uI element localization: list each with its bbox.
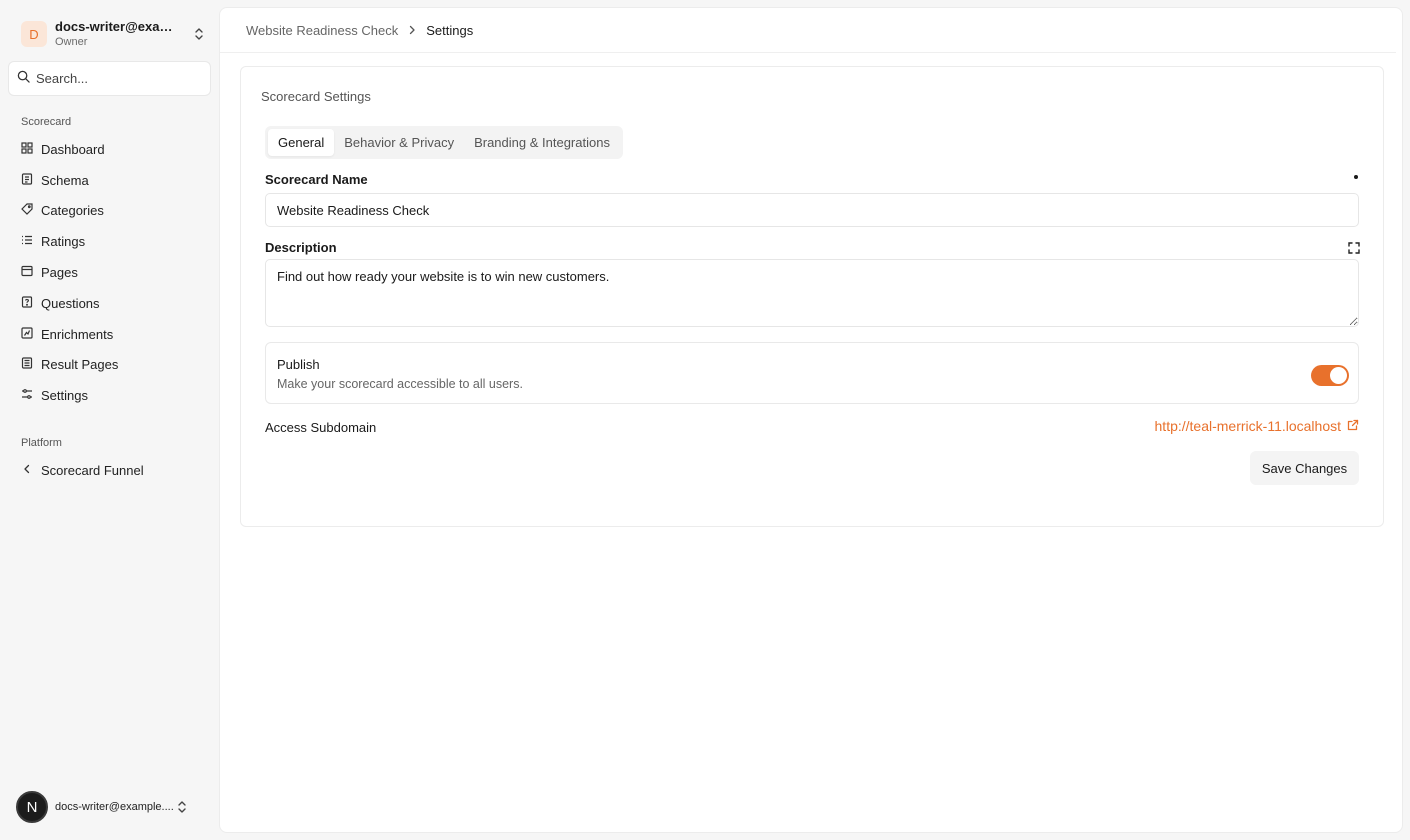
publish-title: Publish	[277, 357, 320, 372]
sidebar-item-label: Ratings	[41, 234, 86, 250]
sidebar-item-ratings[interactable]: Ratings	[14, 226, 210, 257]
search-icon	[17, 70, 30, 88]
sidebar-item-label: Questions	[41, 295, 100, 311]
publish-toggle[interactable]	[1311, 365, 1349, 386]
chevron-right-icon	[408, 25, 416, 35]
publish-description: Make your scorecard accessible to all us…	[277, 377, 523, 391]
org-info: docs-writer@exam... Owner	[55, 20, 192, 48]
user-switcher[interactable]: N docs-writer@example....	[14, 790, 206, 824]
external-link-icon	[1341, 418, 1359, 434]
scorecard-name-label: Scorecard Name	[265, 172, 368, 187]
platform-nav: Scorecard Funnel	[14, 455, 210, 486]
breadcrumb-parent[interactable]: Website Readiness Check	[246, 23, 398, 38]
sidebar-item-categories[interactable]: Categories	[14, 196, 210, 227]
scorecard-name-input[interactable]	[265, 193, 1359, 227]
tab-general[interactable]: General	[268, 129, 335, 156]
sidebar-item-label: Pages	[41, 265, 78, 281]
sidebar-item-dashboard[interactable]: Dashboard	[14, 134, 210, 165]
grid-icon	[21, 142, 41, 157]
org-avatar: D	[21, 21, 47, 47]
required-indicator	[1354, 175, 1358, 179]
sidebar-item-label: Dashboard	[41, 141, 105, 157]
page-icon	[21, 265, 41, 280]
sidebar-item-pages[interactable]: Pages	[14, 257, 210, 288]
sidebar-item-label: Result Pages	[41, 357, 119, 373]
settings-tabs: General Behavior & Privacy Branding & In…	[265, 126, 623, 159]
sidebar-item-label: Enrichments	[41, 326, 114, 342]
tab-behavior-privacy[interactable]: Behavior & Privacy	[334, 129, 464, 156]
sidebar: D docs-writer@exam... Owner Scorecard Da…	[0, 0, 219, 840]
sidebar-item-questions[interactable]: Questions	[14, 288, 210, 319]
result-icon	[21, 357, 41, 372]
section-label-platform: Platform	[21, 437, 62, 449]
user-email: docs-writer@example....	[55, 801, 174, 813]
expand-icon[interactable]	[1348, 241, 1360, 254]
sidebar-item-settings[interactable]: Settings	[14, 380, 210, 411]
sliders-icon	[21, 388, 41, 403]
access-subdomain-label: Access Subdomain	[265, 420, 377, 435]
section-label-scorecard: Scorecard	[21, 116, 72, 128]
enrich-icon	[21, 327, 41, 342]
subdomain-link[interactable]: http://teal-merrick-11.localhost	[1155, 418, 1359, 434]
header-divider	[220, 52, 1396, 53]
sidebar-item-schema[interactable]: Schema	[14, 165, 210, 196]
card-title: Scorecard Settings	[261, 89, 371, 104]
subdomain-url: http://teal-merrick-11.localhost	[1154, 418, 1341, 434]
tag-icon	[21, 203, 41, 218]
tab-branding-integrations[interactable]: Branding & Integrations	[464, 129, 620, 156]
org-name: docs-writer@exam...	[55, 19, 179, 34]
description-textarea[interactable]: Find out how ready your website is to wi…	[265, 259, 1359, 327]
sidebar-item-result-pages[interactable]: Result Pages	[14, 350, 210, 381]
toggle-knob	[1330, 367, 1347, 384]
sidebar-nav: Dashboard Schema Categories Ratings Page…	[14, 134, 210, 411]
chevron-up-down-icon	[175, 797, 189, 817]
sidebar-item-label: Scorecard Funnel	[41, 462, 144, 478]
sidebar-item-scorecard-funnel[interactable]: Scorecard Funnel	[14, 455, 210, 486]
search-box[interactable]	[8, 61, 211, 96]
breadcrumb: Website Readiness Check Settings	[246, 22, 473, 38]
save-changes-button[interactable]: Save Changes	[1250, 451, 1359, 485]
settings-card: Scorecard Settings General Behavior & Pr…	[240, 66, 1384, 527]
main-panel: Website Readiness Check Settings Scoreca…	[219, 7, 1403, 833]
app-root: D docs-writer@exam... Owner Scorecard Da…	[0, 0, 1410, 840]
sidebar-item-label: Schema	[41, 172, 89, 188]
chevron-left-icon	[21, 463, 41, 478]
list-icon	[21, 234, 41, 249]
sidebar-item-label: Settings	[41, 388, 88, 404]
chevron-up-down-icon	[192, 24, 206, 44]
sidebar-item-label: Categories	[41, 203, 104, 219]
schema-icon	[21, 173, 41, 188]
user-avatar: N	[16, 791, 48, 823]
org-switcher[interactable]: D docs-writer@exam... Owner	[14, 14, 206, 54]
search-input[interactable]	[36, 71, 196, 86]
breadcrumb-current: Settings	[426, 22, 474, 38]
publish-setting: Publish Make your scorecard accessible t…	[265, 342, 1359, 404]
sidebar-item-enrichments[interactable]: Enrichments	[14, 319, 210, 350]
question-icon	[21, 296, 41, 311]
org-role: Owner	[55, 36, 88, 49]
description-label: Description	[265, 240, 337, 255]
